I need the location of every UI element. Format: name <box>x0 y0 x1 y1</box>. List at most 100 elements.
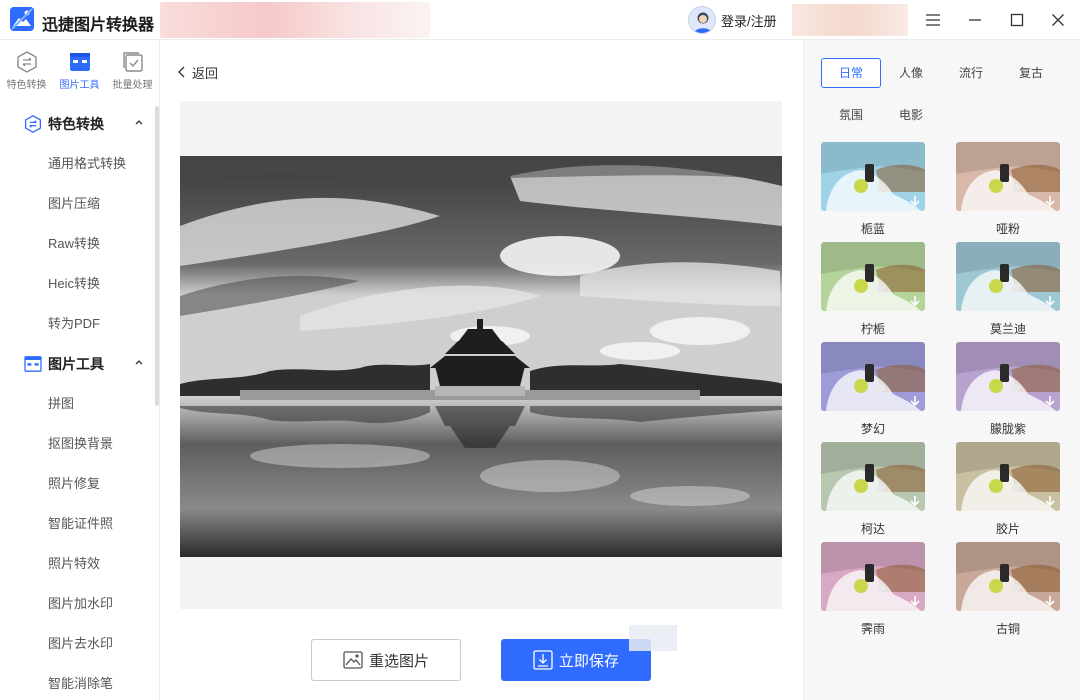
section-image-tools[interactable]: 图片工具 <box>0 344 156 384</box>
image-icon <box>343 651 363 669</box>
download-icon[interactable] <box>1043 594 1057 608</box>
download-icon[interactable] <box>908 394 922 408</box>
sidebar-item-compress[interactable]: 图片压缩 <box>0 184 156 224</box>
menu-button[interactable] <box>921 8 945 32</box>
title-bar: 迅捷图片转换器 登录/注册 <box>0 0 1080 40</box>
chevron-up-icon <box>135 120 143 125</box>
tab-label: 批量处理 <box>112 80 153 91</box>
filter-card[interactable]: 哑粉 <box>956 142 1060 237</box>
sidebar-item-id-photo[interactable]: 智能证件照 <box>0 504 156 544</box>
download-icon[interactable] <box>1043 194 1057 208</box>
download-icon[interactable] <box>908 294 922 308</box>
minimize-button[interactable] <box>963 8 987 32</box>
download-icon[interactable] <box>1043 394 1057 408</box>
filter-card[interactable]: 柯达 <box>821 442 925 537</box>
tab-special-convert[interactable]: 特色转换 <box>0 40 53 102</box>
filter-card[interactable]: 栀蓝 <box>821 142 925 237</box>
filter-card[interactable]: 胶片 <box>956 442 1060 537</box>
sidebar-item-remove-watermark[interactable]: 图片去水印 <box>0 624 156 664</box>
sidebar-item-photo-repair[interactable]: 照片修复 <box>0 464 156 504</box>
title-banner <box>160 2 430 38</box>
tab-atmosphere[interactable]: 氛围 <box>821 100 881 130</box>
filter-card[interactable]: 朦胧紫 <box>956 342 1060 437</box>
download-icon <box>533 650 553 670</box>
app-title: 迅捷图片转换器 <box>42 17 155 34</box>
filter-thumbnail[interactable] <box>956 142 1060 211</box>
filter-thumbnail[interactable] <box>956 242 1060 311</box>
download-icon[interactable] <box>1043 494 1057 508</box>
filter-card[interactable]: 古铜 <box>956 542 1060 637</box>
tab-image-tools[interactable]: 图片工具 <box>53 40 106 102</box>
reselect-image-button[interactable]: 重选图片 <box>311 639 461 681</box>
back-button[interactable]: 返回 <box>178 62 218 82</box>
preview-canvas <box>180 101 782 609</box>
image-tools-icon <box>24 356 42 372</box>
sidebar-item-heic[interactable]: Heic转换 <box>0 264 156 304</box>
filter-label: 莫兰迪 <box>989 322 1026 336</box>
sidebar-item-format-convert[interactable]: 通用格式转换 <box>0 144 156 184</box>
filter-panel: 日常 人像 流行 复古 氛围 电影 栀蓝 哑粉柠栀 莫兰迪梦幻 朦胧紫柯达 胶片霁雨 古铜 <box>803 40 1080 700</box>
filter-thumbnail[interactable] <box>821 442 925 511</box>
tab-movie[interactable]: 电影 <box>881 100 941 130</box>
sidebar-item-collage[interactable]: 拼图 <box>0 384 156 424</box>
filter-thumbnail[interactable] <box>956 342 1060 411</box>
avatar <box>688 6 716 34</box>
save-badge <box>629 625 677 651</box>
maximize-icon <box>1010 13 1024 27</box>
sidebar-item-erase-brush[interactable]: 智能消除笔 <box>0 664 156 700</box>
convert-icon <box>16 51 37 73</box>
tab-popular[interactable]: 流行 <box>941 58 1001 88</box>
back-label: 返回 <box>192 65 219 81</box>
filter-label: 哑粉 <box>995 222 1020 236</box>
chevron-left-icon <box>178 66 185 78</box>
tab-label: 图片工具 <box>59 80 100 91</box>
maximize-button[interactable] <box>1005 8 1029 32</box>
filter-thumbnail[interactable] <box>821 342 925 411</box>
tab-portrait[interactable]: 人像 <box>881 58 941 88</box>
section-label: 图片工具 <box>48 356 104 372</box>
save-label: 立即保存 <box>558 652 619 670</box>
filter-thumbnail[interactable] <box>956 442 1060 511</box>
download-icon[interactable] <box>908 194 922 208</box>
filter-card[interactable]: 梦幻 <box>821 342 925 437</box>
sidebar-item-add-watermark[interactable]: 图片加水印 <box>0 584 156 624</box>
sidebar-item-cutout[interactable]: 抠图换背景 <box>0 424 156 464</box>
filter-card[interactable]: 莫兰迪 <box>956 242 1060 337</box>
sidebar-item-effects[interactable]: 照片特效 <box>0 544 156 584</box>
image-tools-icon <box>69 53 90 71</box>
left-sidebar: 特色转换 图片工具 批量处理 特色转换 通用格式转换 图片压缩 Raw转换 He… <box>0 40 160 700</box>
filter-thumbnail[interactable] <box>821 542 925 611</box>
section-special-convert[interactable]: 特色转换 <box>0 104 156 144</box>
download-icon[interactable] <box>908 494 922 508</box>
close-icon <box>1052 14 1064 26</box>
download-icon[interactable] <box>908 594 922 608</box>
filter-card[interactable]: 柠栀 <box>821 242 925 337</box>
reselect-label: 重选图片 <box>368 652 429 670</box>
filter-label: 朦胧紫 <box>989 422 1026 436</box>
convert-icon <box>24 115 42 133</box>
filter-label: 古铜 <box>995 622 1020 636</box>
sidebar-menu: 特色转换 通用格式转换 图片压缩 Raw转换 Heic转换 转为PDF 图片工具… <box>0 104 156 700</box>
login-label: 登录/注册 <box>721 13 777 29</box>
close-button[interactable] <box>1046 8 1070 32</box>
sidebar-item-to-pdf[interactable]: 转为PDF <box>0 304 156 344</box>
hamburger-icon <box>926 14 940 26</box>
login-button[interactable]: 登录/注册 <box>688 6 777 34</box>
tool-tabs: 特色转换 图片工具 批量处理 <box>0 40 160 102</box>
filter-card[interactable]: 霁雨 <box>821 542 925 637</box>
minimize-icon <box>969 19 981 21</box>
tab-retro[interactable]: 复古 <box>1001 58 1061 88</box>
filter-label: 霁雨 <box>860 622 885 636</box>
filter-label: 柠栀 <box>860 322 885 336</box>
sidebar-scrollbar[interactable] <box>155 106 159 406</box>
tab-batch[interactable]: 批量处理 <box>106 40 159 102</box>
sidebar-item-raw[interactable]: Raw转换 <box>0 224 156 264</box>
download-icon[interactable] <box>1043 294 1057 308</box>
filter-label: 梦幻 <box>860 422 885 436</box>
filter-thumbnail[interactable] <box>821 242 925 311</box>
tab-daily[interactable]: 日常 <box>821 58 881 88</box>
tab-label: 特色转换 <box>6 80 47 91</box>
filter-label: 胶片 <box>995 522 1020 536</box>
filter-thumbnail[interactable] <box>956 542 1060 611</box>
filter-thumbnail[interactable] <box>821 142 925 211</box>
